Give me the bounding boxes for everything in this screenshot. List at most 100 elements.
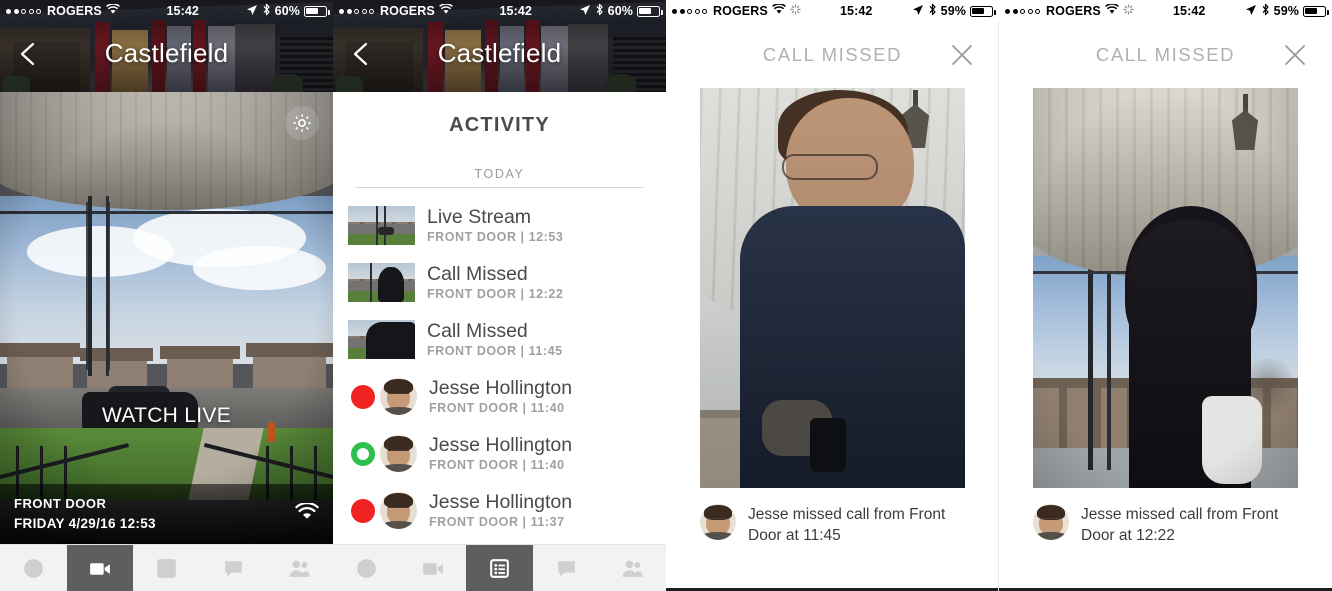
location-arrow-icon xyxy=(246,4,258,19)
list-item[interactable]: Jesse Hollington FRONT DOOR | 11:37 xyxy=(333,482,666,539)
tab-activity[interactable] xyxy=(466,545,533,591)
day-divider-label: TODAY xyxy=(474,167,525,181)
status-bar: ROGERS 15:42 60% xyxy=(333,0,666,22)
status-bar: ROGERS 15:42 59% xyxy=(666,0,999,22)
wifi-icon xyxy=(105,3,120,18)
panel-call-detail-1222: ROGERS 15:42 59% CALL MISSED Jesse misse… xyxy=(999,0,1332,591)
carrier-label: ROGERS xyxy=(47,4,102,18)
carrier-label: ROGERS xyxy=(1046,4,1101,18)
battery-percent-label: 59% xyxy=(1273,4,1299,18)
clock: 15:42 xyxy=(499,4,532,18)
avatar xyxy=(380,435,417,472)
event-meta: FRONT DOOR | 11:45 xyxy=(427,344,563,359)
activity-items: Live Stream FRONT DOOR | 12:53 Call Miss… xyxy=(333,188,666,539)
battery-percent-label: 60% xyxy=(607,4,633,18)
clock: 15:42 xyxy=(839,4,873,18)
detail-header: CALL MISSED xyxy=(666,22,999,88)
event-caption: Jesse missed call from Front Door at 11:… xyxy=(700,504,971,547)
panel-activity-list: Castlefield ROGERS 15:42 60% ACTIVITY TO… xyxy=(333,0,666,591)
event-meta: FRONT DOOR | 11:37 xyxy=(429,515,565,530)
bluetooth-icon xyxy=(928,3,937,19)
tab-record[interactable] xyxy=(0,545,67,591)
event-title: Jesse Hollington xyxy=(429,433,573,456)
list-item[interactable]: Jesse Hollington FRONT DOOR | 11:40 xyxy=(333,425,666,482)
carrier-label: ROGERS xyxy=(380,4,435,18)
detail-header: CALL MISSED xyxy=(999,22,1332,88)
tab-contacts[interactable] xyxy=(599,545,666,591)
call-status-indicator-missed xyxy=(348,498,378,523)
close-icon[interactable] xyxy=(1282,42,1308,68)
event-title: Call Missed xyxy=(427,262,528,285)
bluetooth-icon xyxy=(595,3,604,19)
event-thumbnail xyxy=(348,320,415,359)
tab-camera[interactable] xyxy=(66,545,134,591)
event-title: Live Stream xyxy=(427,205,532,228)
list-item[interactable]: Live Stream FRONT DOOR | 12:53 xyxy=(333,197,666,254)
close-icon[interactable] xyxy=(949,42,975,68)
tab-camera[interactable] xyxy=(400,545,467,591)
avatar xyxy=(380,492,417,529)
list-item[interactable]: Call Missed FRONT DOOR | 11:45 xyxy=(333,311,666,368)
call-status-indicator-answered xyxy=(348,441,378,466)
gear-icon[interactable] xyxy=(285,106,319,140)
event-snapshot-photo[interactable] xyxy=(700,88,965,488)
clock: 15:42 xyxy=(166,4,199,18)
screenshot-stage: Castlefield ROGERS 15:42 60% WATCH LIVE … xyxy=(0,0,1332,591)
back-chevron-icon[interactable] xyxy=(349,40,373,68)
signal-strength-icon xyxy=(1005,8,1040,14)
activity-content: ACTIVITY TODAY Live Stream FRONT DOOR | … xyxy=(333,92,666,544)
event-meta: FRONT DOOR | 11:40 xyxy=(429,458,565,473)
bluetooth-icon xyxy=(262,3,271,19)
carrier-label: ROGERS xyxy=(713,4,768,18)
avatar xyxy=(700,504,736,540)
tab-record[interactable] xyxy=(333,545,400,591)
event-meta: FRONT DOOR | 11:40 xyxy=(429,401,565,416)
panel-live-view: Castlefield ROGERS 15:42 60% WATCH LIVE … xyxy=(0,0,333,591)
tab-messages[interactable] xyxy=(533,545,600,591)
clock: 15:42 xyxy=(1172,4,1206,18)
battery-icon xyxy=(970,5,996,17)
video-info-overlay: FRONT DOOR FRIDAY 4/29/16 12:53 xyxy=(0,484,333,544)
panel-call-detail-1145: ROGERS 15:42 59% CALL MISSED Jesse misse… xyxy=(666,0,999,591)
spinner-icon xyxy=(1123,4,1134,18)
event-snapshot-photo[interactable] xyxy=(1033,88,1298,488)
page-title: CALL MISSED xyxy=(1095,44,1236,65)
battery-percent-label: 59% xyxy=(940,4,966,18)
wifi-icon xyxy=(295,501,319,526)
page-title: Castlefield xyxy=(104,38,229,68)
wifi-icon xyxy=(771,3,786,18)
list-item[interactable]: Call Missed FRONT DOOR | 12:22 xyxy=(333,254,666,311)
battery-icon xyxy=(637,5,663,17)
wifi-icon xyxy=(1104,3,1119,18)
status-bar: ROGERS 15:42 60% xyxy=(0,0,333,22)
caption-text: Jesse missed call from Front Door at 11:… xyxy=(748,506,946,544)
battery-icon xyxy=(304,5,330,17)
watch-live-button[interactable]: WATCH LIVE xyxy=(0,404,333,428)
avatar xyxy=(1033,504,1069,540)
bottom-tab-bar xyxy=(333,544,666,591)
avatar xyxy=(380,378,417,415)
signal-strength-icon xyxy=(6,8,41,14)
tab-activity[interactable] xyxy=(133,545,200,591)
tab-contacts[interactable] xyxy=(266,545,333,591)
event-meta: FRONT DOOR | 12:53 xyxy=(427,230,564,245)
event-thumbnail xyxy=(348,263,415,302)
page-title: Castlefield xyxy=(437,38,562,68)
event-title: Call Missed xyxy=(427,319,528,342)
event-title: Jesse Hollington xyxy=(429,376,573,399)
bluetooth-icon xyxy=(1261,3,1270,19)
back-chevron-icon[interactable] xyxy=(16,40,40,68)
live-video-feed[interactable]: WATCH LIVE FRONT DOOR FRIDAY 4/29/16 12:… xyxy=(0,92,333,544)
camera-location-label: FRONT DOOR xyxy=(14,496,107,512)
capture-timestamp-label: FRIDAY 4/29/16 12:53 xyxy=(14,515,156,531)
battery-icon xyxy=(1303,5,1329,17)
caption-text: Jesse missed call from Front Door at 12:… xyxy=(1081,506,1279,544)
event-caption: Jesse missed call from Front Door at 12:… xyxy=(1033,504,1304,547)
tab-messages[interactable] xyxy=(200,545,267,591)
list-item[interactable]: Jesse Hollington FRONT DOOR | 11:40 xyxy=(333,368,666,425)
page-title: CALL MISSED xyxy=(762,44,903,65)
signal-strength-icon xyxy=(339,8,374,14)
signal-strength-icon xyxy=(672,8,707,14)
location-arrow-icon xyxy=(1245,4,1257,19)
spinner-icon xyxy=(790,4,801,18)
